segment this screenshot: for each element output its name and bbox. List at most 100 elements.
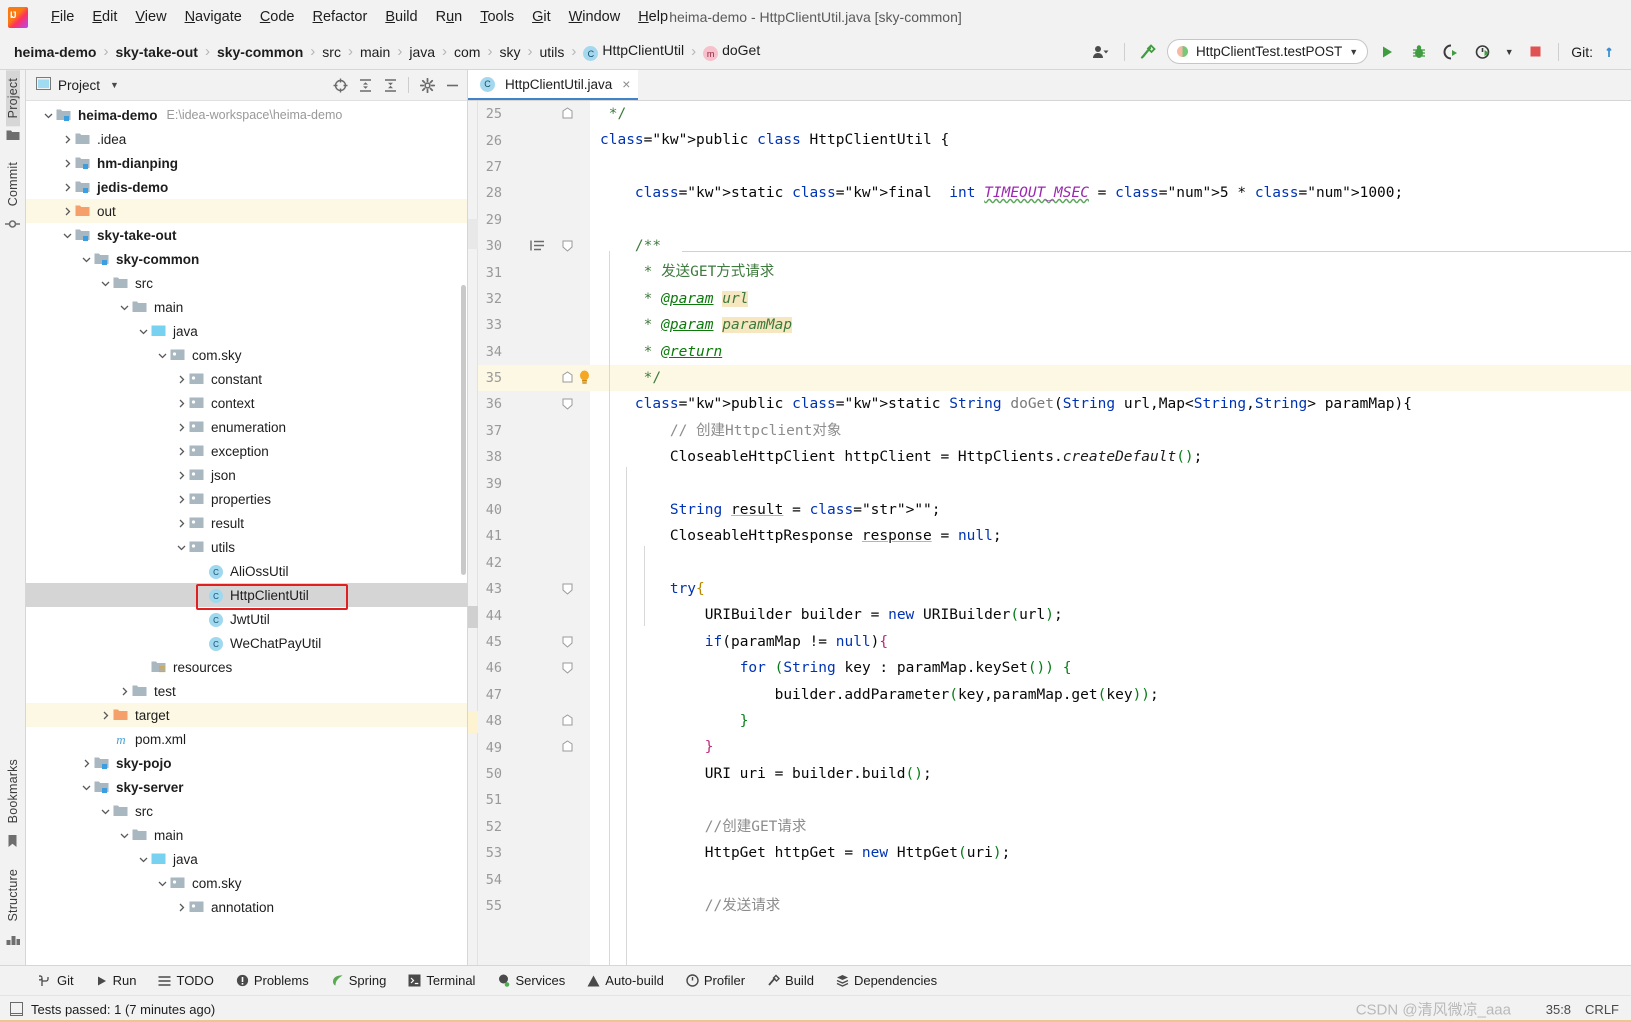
breadcrumb-item-heima-demo[interactable]: heima-demo xyxy=(14,44,96,60)
tree-item-java[interactable]: java xyxy=(26,319,467,343)
hide-icon[interactable] xyxy=(441,74,463,96)
gutter-line-43[interactable]: 43 xyxy=(478,576,590,602)
menu-view[interactable]: View xyxy=(126,6,175,28)
menu-run[interactable]: Run xyxy=(427,6,472,28)
code-content[interactable]: */class="kw">public class HttpClientUtil… xyxy=(590,101,1631,965)
gutter-line-52[interactable]: 52 xyxy=(478,814,590,840)
chevron-right-icon[interactable] xyxy=(173,471,189,480)
tree-item-properties[interactable]: properties xyxy=(26,487,467,511)
breadcrumb-item-sky-take-out[interactable]: sky-take-out xyxy=(115,44,197,60)
stop-icon[interactable] xyxy=(1522,40,1548,64)
gutter-line-47[interactable]: 47 xyxy=(478,682,590,708)
tree-item-enumeration[interactable]: enumeration xyxy=(26,415,467,439)
code-line-48[interactable]: } xyxy=(600,708,1631,734)
tree-item-main[interactable]: main xyxy=(26,295,467,319)
chevron-down-icon[interactable] xyxy=(116,831,132,840)
code-line-32[interactable]: * @param url xyxy=(600,286,1631,312)
breadcrumb-item-src[interactable]: src xyxy=(322,44,341,60)
menu-navigate[interactable]: Navigate xyxy=(176,6,251,28)
menu-help[interactable]: Help xyxy=(629,6,677,28)
tree-item-exception[interactable]: exception xyxy=(26,439,467,463)
project-panel-scrollbar[interactable] xyxy=(461,285,466,575)
breadcrumb-item-com[interactable]: com xyxy=(454,44,480,60)
chevron-right-icon[interactable] xyxy=(59,207,75,216)
status-message[interactable]: Tests passed: 1 (7 minutes ago) xyxy=(31,1002,215,1017)
toolwindow-dependencies[interactable]: Dependencies xyxy=(825,966,948,995)
tree-item-com.sky[interactable]: com.sky xyxy=(26,343,467,367)
chevron-right-icon[interactable] xyxy=(59,183,75,192)
chevron-down-icon[interactable] xyxy=(97,807,113,816)
code-line-49[interactable]: } xyxy=(600,734,1631,760)
project-tree[interactable]: heima-demo E:\idea-workspace\heima-demo .i… xyxy=(26,101,467,965)
breadcrumb-item-sky[interactable]: sky xyxy=(499,44,520,60)
javadoc-gutter-icon[interactable] xyxy=(530,239,545,256)
code-fold-end-icon[interactable] xyxy=(562,714,573,731)
code-line-40[interactable]: String result = class="str">""; xyxy=(600,497,1631,523)
breadcrumb-item-sky-common[interactable]: sky-common xyxy=(217,44,303,60)
chevron-down-icon[interactable]: ▼ xyxy=(110,80,119,90)
code-line-53[interactable]: HttpGet httpGet = new HttpGet(uri); xyxy=(600,840,1631,866)
code-line-30[interactable]: /** xyxy=(600,233,1631,259)
sidebar-item-structure[interactable]: Structure xyxy=(6,861,20,930)
debug-icon[interactable] xyxy=(1406,40,1432,64)
toolwindow-build[interactable]: Build xyxy=(756,966,825,995)
tree-item-.idea[interactable]: .idea xyxy=(26,127,467,151)
menu-build[interactable]: Build xyxy=(376,6,426,28)
chevron-down-icon[interactable] xyxy=(78,783,94,792)
chevron-right-icon[interactable] xyxy=(97,711,113,720)
tree-item-jwtutil[interactable]: C JwtUtil xyxy=(26,607,467,631)
tree-item-heima-demo[interactable]: heima-demo E:\idea-workspace\heima-demo xyxy=(26,103,467,127)
tree-item-resources[interactable]: resources xyxy=(26,655,467,679)
gutter-line-41[interactable]: 41 xyxy=(478,523,590,549)
code-line-51[interactable] xyxy=(600,787,1631,813)
tab-httpclientutil-java[interactable]: C HttpClientUtil.java × xyxy=(468,70,639,100)
menu-refactor[interactable]: Refactor xyxy=(304,6,377,28)
gutter-line-50[interactable]: 50 xyxy=(478,761,590,787)
gutter-line-45[interactable]: 45 xyxy=(478,629,590,655)
toolwindow-services[interactable]: Services xyxy=(486,966,576,995)
user-icon[interactable] xyxy=(1088,40,1114,64)
chevron-down-icon[interactable] xyxy=(59,231,75,240)
breadcrumb-item-doget[interactable]: m doGet xyxy=(703,42,760,62)
chevron-down-icon[interactable] xyxy=(97,279,113,288)
chevron-down-icon[interactable]: ▼ xyxy=(1349,47,1358,57)
toolwindow-todo[interactable]: TODO xyxy=(147,966,224,995)
chevron-right-icon[interactable] xyxy=(173,423,189,432)
gutter-line-39[interactable]: 39 xyxy=(478,470,590,496)
chevron-right-icon[interactable] xyxy=(173,903,189,912)
toolwindow-terminal[interactable]: Terminal xyxy=(397,966,486,995)
sidebar-item-commit[interactable]: Commit xyxy=(6,154,20,214)
tree-item-src[interactable]: src xyxy=(26,799,467,823)
code-line-52[interactable]: //创建GET请求 xyxy=(600,814,1631,840)
code-line-42[interactable] xyxy=(600,550,1631,576)
code-line-55[interactable]: //发送请求 xyxy=(600,893,1631,919)
tree-item-src[interactable]: src xyxy=(26,271,467,295)
tree-item-result[interactable]: result xyxy=(26,511,467,535)
tree-item-hm-dianping[interactable]: hm-dianping xyxy=(26,151,467,175)
line-separator[interactable]: CRLF xyxy=(1585,1002,1619,1017)
breadcrumb-item-java[interactable]: java xyxy=(409,44,435,60)
chevron-down-icon[interactable] xyxy=(154,351,170,360)
run-configuration-selector[interactable]: HttpClientTest.testPOST ▼ xyxy=(1166,39,1369,64)
tree-item-java[interactable]: java xyxy=(26,847,467,871)
code-line-44[interactable]: URIBuilder builder = new URIBuilder(url)… xyxy=(600,602,1631,628)
code-line-39[interactable] xyxy=(600,470,1631,496)
chevron-down-icon[interactable] xyxy=(78,255,94,264)
code-line-29[interactable] xyxy=(600,207,1631,233)
chevron-right-icon[interactable] xyxy=(173,375,189,384)
chevron-down-icon[interactable]: ▼ xyxy=(1502,40,1516,64)
tree-item-out[interactable]: out xyxy=(26,199,467,223)
tree-item-httpclientutil[interactable]: C HttpClientUtil xyxy=(26,583,467,607)
select-opened-file-icon[interactable] xyxy=(329,74,351,96)
code-line-47[interactable]: builder.addParameter(key,paramMap.get(ke… xyxy=(600,682,1631,708)
gutter-line-30[interactable]: 30 xyxy=(478,233,590,259)
menu-tools[interactable]: Tools xyxy=(471,6,523,28)
tree-item-com.sky[interactable]: com.sky xyxy=(26,871,467,895)
gutter-line-28[interactable]: 28 xyxy=(478,180,590,206)
code-line-38[interactable]: CloseableHttpClient httpClient = HttpCli… xyxy=(600,444,1631,470)
run-with-coverage-icon[interactable] xyxy=(1438,40,1464,64)
tree-item-test[interactable]: test xyxy=(26,679,467,703)
build-hammer-icon[interactable] xyxy=(1135,40,1161,64)
tree-item-aliossutil[interactable]: C AliOssUtil xyxy=(26,559,467,583)
code-line-33[interactable]: * @param paramMap xyxy=(600,312,1631,338)
